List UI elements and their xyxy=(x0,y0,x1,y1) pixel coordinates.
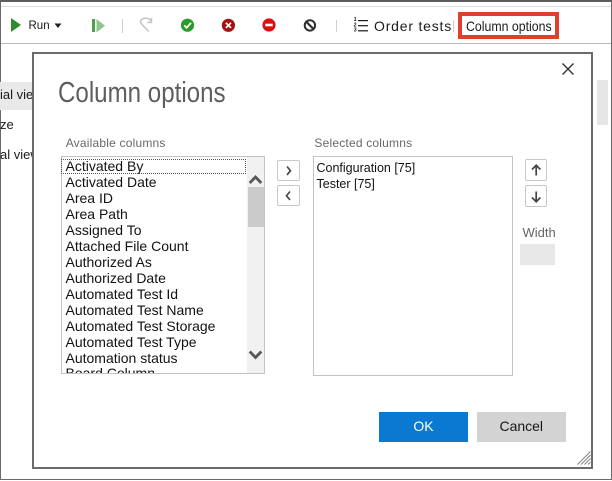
svg-text:3: 3 xyxy=(354,27,357,33)
